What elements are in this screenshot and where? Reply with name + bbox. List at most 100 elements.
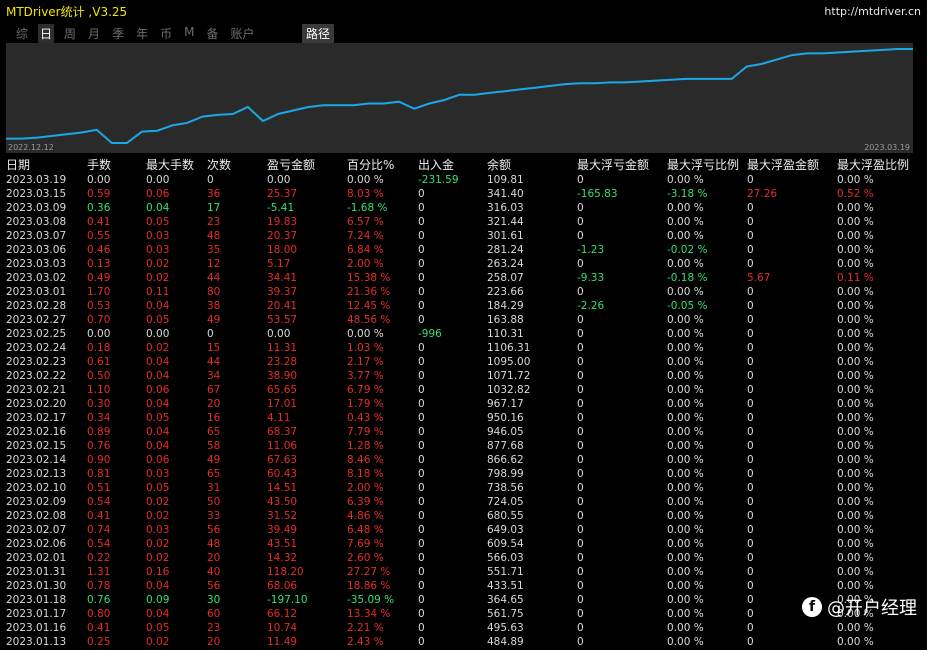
table-cell: 0 xyxy=(747,538,754,550)
column-header[interactable]: 最大浮盈金额 xyxy=(747,157,819,173)
column-header[interactable]: 最大浮亏比例 xyxy=(667,157,739,173)
table-cell: 2023.02.08 xyxy=(6,510,67,522)
table-row[interactable]: 2023.02.28 0.53 0.04 38 20.41 12.45 % 0 184.29 -… xyxy=(0,299,927,313)
column-header[interactable]: 余额 xyxy=(487,157,511,173)
table-row[interactable]: 2023.02.22 0.50 0.04 34 38.90 3.77 % 0 1071.72 0… xyxy=(0,369,927,383)
column-header[interactable]: 盈亏金额 xyxy=(267,157,315,173)
table-row[interactable]: 2023.03.15 0.59 0.06 36 25.37 8.03 % 0 341.40 -1… xyxy=(0,187,927,201)
tab-8[interactable]: 备 xyxy=(204,24,220,43)
table-row[interactable]: 2023.02.01 0.22 0.02 20 14.32 2.60 % 0 566.03 0 0… xyxy=(0,551,927,565)
table-cell: 11.49 xyxy=(267,636,298,648)
table-row[interactable]: 2023.02.06 0.54 0.02 48 43.51 7.69 % 0 609.54 0 0… xyxy=(0,537,927,551)
website-link[interactable]: http://mtdriver.cn xyxy=(824,5,921,18)
title-bar: MTDriver统计 ,V3.25 http://mtdriver.cn xyxy=(0,0,927,22)
tab-5[interactable]: 年 xyxy=(134,24,150,43)
table-row[interactable]: 2023.01.13 0.25 0.02 20 11.49 2.43 % 0 484.89 0 0… xyxy=(0,635,927,649)
table-cell: 0.51 xyxy=(87,482,111,494)
tab-6[interactable]: 币 xyxy=(158,24,174,43)
table-cell: 0 xyxy=(418,636,425,648)
table-cell: 0.00 % xyxy=(837,202,874,214)
table-row[interactable]: 2023.03.08 0.41 0.05 23 19.83 6.57 % 0 321.44 0 0… xyxy=(0,215,927,229)
table-cell: 0.54 xyxy=(87,496,111,508)
table-cell: 14.32 xyxy=(267,552,298,564)
column-header[interactable]: 日期 xyxy=(6,157,30,173)
table-cell: 0 xyxy=(577,286,584,298)
table-row[interactable]: 2023.02.16 0.89 0.04 65 68.37 7.79 % 0 946.05 0 0… xyxy=(0,425,927,439)
column-header[interactable]: 最大手数 xyxy=(146,157,194,173)
table-row[interactable]: 2023.02.25 0.00 0.00 0 0.00 0.00 % -996 110.31 0… xyxy=(0,327,927,341)
table-row[interactable]: 2023.02.13 0.81 0.03 65 60.43 8.18 % 0 798.99 0 0… xyxy=(0,467,927,481)
table-row[interactable]: 2023.02.27 0.70 0.05 49 53.57 48.56 % 0 163.88 0… xyxy=(0,313,927,327)
table-cell: 0.41 xyxy=(87,510,111,522)
table-cell: 21.36 % xyxy=(347,286,391,298)
table-row[interactable]: 2023.01.16 0.41 0.05 23 10.74 2.21 % 0 495.63 0 0… xyxy=(0,621,927,635)
table-row[interactable]: 2023.02.23 0.61 0.04 44 23.28 2.17 % 0 1095.00 0… xyxy=(0,355,927,369)
table-row[interactable]: 2023.02.10 0.51 0.05 31 14.51 2.00 % 0 738.56 0 0… xyxy=(0,481,927,495)
table-cell: 0 xyxy=(577,608,584,620)
table-cell: 0.00 % xyxy=(837,454,874,466)
table-cell: 20 xyxy=(207,398,221,410)
table-row[interactable]: 2023.03.01 1.70 0.11 80 39.37 21.36 % 0 223.66 0… xyxy=(0,285,927,299)
column-header[interactable]: 最大浮盈比例 xyxy=(837,157,909,173)
x-start-label: 2022.12.12 xyxy=(8,143,54,152)
tab-0[interactable]: 综 xyxy=(14,24,30,43)
table-row[interactable]: 2023.02.17 0.34 0.05 16 4.11 0.43 % 0 950.16 0 0.… xyxy=(0,411,927,425)
table-cell: 5.17 xyxy=(267,258,291,270)
table-header: 日期 手数 最大手数 次数 盈亏金额 百分比% 出入金 余额 最大浮亏金额 最大浮亏比例 最大浮盈金… xyxy=(0,157,927,173)
table-row[interactable]: 2023.02.20 0.30 0.04 20 17.01 1.79 % 0 967.17 0 0… xyxy=(0,397,927,411)
table-cell: 68.06 xyxy=(267,580,298,592)
table-cell: 6.79 % xyxy=(347,384,384,396)
table-row[interactable]: 2023.03.07 0.55 0.03 48 20.37 7.24 % 0 301.61 0 0… xyxy=(0,229,927,243)
table-row[interactable]: 2023.02.14 0.90 0.06 49 67.63 8.46 % 0 866.62 0 0… xyxy=(0,453,927,467)
table-row[interactable]: 2023.03.03 0.13 0.02 12 5.17 2.00 % 0 263.24 0 0.… xyxy=(0,257,927,271)
column-header[interactable]: 出入金 xyxy=(418,157,454,173)
tab-4[interactable]: 季 xyxy=(110,24,126,43)
table-cell: 65.65 xyxy=(267,384,298,396)
table-cell: 0.03 xyxy=(146,468,170,480)
table-row[interactable]: 2023.02.08 0.41 0.02 33 31.52 4.86 % 0 680.55 0 0… xyxy=(0,509,927,523)
table-cell: 321.44 xyxy=(487,216,524,228)
table-row[interactable]: 2023.01.17 0.80 0.04 60 66.12 13.34 % 0 561.75 0… xyxy=(0,607,927,621)
table-cell: 0 xyxy=(577,524,584,536)
table-cell: 40 xyxy=(207,566,221,578)
table-cell: 0 xyxy=(747,300,754,312)
table-cell: 7.24 % xyxy=(347,230,384,242)
tab-9[interactable]: 账户 xyxy=(228,24,256,43)
table-cell: 19.83 xyxy=(267,216,298,228)
table-cell: 0 xyxy=(418,496,425,508)
column-header[interactable]: 次数 xyxy=(207,157,231,173)
table-cell: 0.00 % xyxy=(667,412,704,424)
table-cell: 2023.03.06 xyxy=(6,244,67,256)
table-row[interactable]: 2023.03.09 0.36 0.04 17 -5.41 -1.68 % 0 316.03 0… xyxy=(0,201,927,215)
table-row[interactable]: 2023.01.30 0.78 0.04 56 68.06 18.86 % 0 433.51 0… xyxy=(0,579,927,593)
column-header[interactable]: 百分比% xyxy=(347,157,394,173)
tab-2[interactable]: 周 xyxy=(62,24,78,43)
table-row[interactable]: 2023.01.18 0.76 0.09 30 -197.10 -35.09 % 0 364.… xyxy=(0,593,927,607)
table-row[interactable]: 2023.02.09 0.54 0.02 50 43.50 6.39 % 0 724.05 0 0… xyxy=(0,495,927,509)
tab-7[interactable]: M xyxy=(182,24,196,43)
table-row[interactable]: 2023.01.31 1.31 0.16 40 118.20 27.27 % 0 551.71… xyxy=(0,565,927,579)
table-cell: 0 xyxy=(577,552,584,564)
table-cell: 27.27 % xyxy=(347,566,391,578)
table-cell: 2023.02.23 xyxy=(6,356,67,368)
table-row[interactable]: 2023.02.24 0.18 0.02 15 11.31 1.03 % 0 1106.31 0… xyxy=(0,341,927,355)
tab-3[interactable]: 月 xyxy=(86,24,102,43)
table-cell: -5.41 xyxy=(267,202,295,214)
table-cell: 0.00 % xyxy=(837,468,874,480)
table-cell: 34 xyxy=(207,370,221,382)
table-row[interactable]: 2023.03.02 0.49 0.02 44 34.41 15.38 % 0 258.07 -… xyxy=(0,271,927,285)
path-button[interactable]: 路径 xyxy=(302,24,335,43)
table-cell: 2.43 % xyxy=(347,636,384,648)
table-cell: 0.00 % xyxy=(837,370,874,382)
table-cell: 0 xyxy=(577,594,584,606)
table-row[interactable]: 2023.02.15 0.76 0.04 58 11.06 1.28 % 0 877.68 0 0… xyxy=(0,439,927,453)
table-row[interactable]: 2023.03.19 0.00 0.00 0 0.00 0.00 % -231.59 109.… xyxy=(0,173,927,187)
table-row[interactable]: 2023.02.21 1.10 0.06 67 65.65 6.79 % 0 1032.82 0… xyxy=(0,383,927,397)
tab-1[interactable]: 日 xyxy=(38,24,55,43)
table-cell: 2023.01.17 xyxy=(6,608,67,620)
column-header[interactable]: 手数 xyxy=(87,157,111,173)
table-row[interactable]: 2023.02.07 0.74 0.03 56 39.49 6.48 % 0 649.03 0 0… xyxy=(0,523,927,537)
column-header[interactable]: 最大浮亏金额 xyxy=(577,157,649,173)
table-row[interactable]: 2023.03.06 0.46 0.03 35 18.00 6.84 % 0 281.24 -1… xyxy=(0,243,927,257)
table-cell: 950.16 xyxy=(487,412,524,424)
